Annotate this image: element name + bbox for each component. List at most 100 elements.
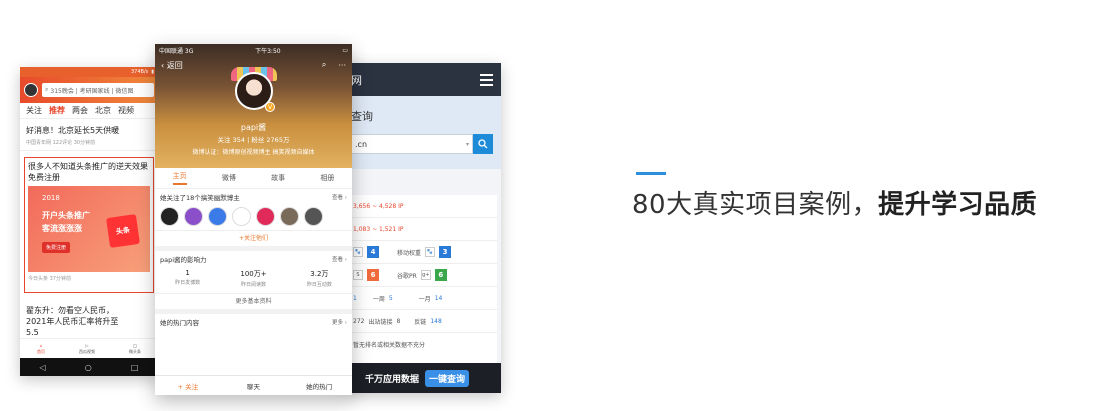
more-icon[interactable]: ··· [338, 61, 346, 70]
back-label: 返回 [166, 60, 183, 70]
seo-site-screenshot: 网 查询 .cn ▾ 3,656 ~ 4,528 IP 1,083 ~ 1,52… [345, 63, 501, 393]
view-more-link[interactable]: 查看 › [332, 255, 347, 263]
following-section: 她关注了18个搞笑幽默博主 查看 › +关注他们 [155, 189, 352, 251]
view-more-label: 查看 [332, 257, 344, 263]
search-suggestion: 315晚会 | 考研国家线 | 微信图 [50, 87, 134, 95]
links-value: 272 [353, 317, 365, 325]
tab-weibo[interactable]: 微博 [222, 173, 236, 183]
search-box[interactable]: ⌕ 315晚会 | 考研国家线 | 微信图 [42, 83, 154, 97]
avatar[interactable] [280, 207, 299, 226]
bottom-nav: ⌂ 首页 ▷ 西瓜视频 ◯ 微头条 [20, 338, 158, 358]
avatar[interactable] [232, 207, 251, 226]
avatar[interactable] [184, 207, 203, 226]
hot-content-section: 她的热门内容 更多 › [155, 314, 352, 330]
menu-icon[interactable] [480, 73, 493, 86]
tab-video[interactable]: 视频 [118, 105, 134, 116]
follow-them-button[interactable]: +关注他们 [155, 230, 352, 246]
influence-title: papi酱的影响力 [160, 256, 207, 264]
avatar[interactable] [256, 207, 275, 226]
status-bar: 中国联通 3G 下午3:50 ▭ [155, 44, 352, 56]
tab-story[interactable]: 故事 [271, 173, 285, 183]
sogou-icon: S [353, 270, 363, 280]
banner-text: 千万应用数据 [365, 374, 420, 385]
back-button[interactable]: ‹ 返回 [161, 60, 183, 71]
promo-strip[interactable]: 千万应用数据 一键查询 [345, 363, 501, 393]
nav-xigua[interactable]: ▷ 西瓜视频 [79, 343, 95, 355]
profile-stats: 关注 354 | 粉丝 2765万 [217, 136, 290, 144]
google-pr-label: 谷歌PR [397, 272, 417, 280]
result-line: 3,656 ~ 4,528 IP [349, 195, 497, 218]
ad-register-button[interactable]: 免费注册 [42, 242, 71, 253]
battery-icon: ▮ [151, 69, 154, 75]
stat-label: 昨日阅读数 [240, 282, 266, 288]
tab-beijing[interactable]: 北京 [95, 105, 111, 116]
clock: 下午3:50 [255, 47, 281, 55]
ad-meta: 今日头条 37分钟前 [28, 276, 71, 282]
ad-title: 很多人不知道头条推广的逆天效果免费注册 [28, 162, 148, 182]
chat-button[interactable]: 聊天 [221, 376, 287, 395]
more-info-link[interactable]: 更多基本资料 [155, 293, 352, 309]
avatar[interactable] [160, 207, 179, 226]
search-icon[interactable]: ⌕ [322, 60, 326, 70]
following-avatars [155, 205, 352, 226]
tab-lianghui[interactable]: 两会 [72, 105, 88, 116]
news-item[interactable]: 好消息！北京延长5天供暖 中国青年网 122评论 30分钟前 [20, 119, 158, 151]
search-button[interactable] [473, 134, 493, 154]
stat-value: 3.2万 [310, 270, 329, 278]
news-item[interactable]: 翟东升：勿看空人民币，2021年人民币汇率将升至5.5 [20, 293, 158, 338]
view-more-link[interactable]: 查看 › [332, 193, 347, 201]
user-avatar-icon[interactable] [24, 83, 38, 97]
nav-weitoutiao[interactable]: ◯ 微头条 [129, 343, 141, 355]
mobile-weight-label: 移动权重 [397, 249, 422, 257]
query-title: 查询 [351, 110, 373, 123]
site-title: 网 [351, 73, 362, 87]
profile-action-bar: + 关注 聊天 她的热门 [155, 375, 352, 395]
chat-icon: ◯ [132, 342, 138, 348]
promo-banner: 374B/s ▮ ⌕ 315晚会 | 考研国家线 | 微信图 关注 推荐 两会 … [0, 0, 1109, 411]
domain-input[interactable]: .cn ▾ [351, 134, 473, 154]
stat-posts: 1 昨日发博数 [175, 269, 200, 288]
one-click-query-button[interactable]: 一键查询 [425, 369, 470, 387]
tab-album[interactable]: 相册 [320, 173, 334, 183]
headline: 80大真实项目案例，提升学习品质 [632, 184, 1037, 221]
view-more-label: 查看 [332, 195, 344, 201]
profile-certification: 微博认证：微博原创视频博主 搞笑视频自媒体 [192, 149, 315, 156]
influence-stats: 1 昨日发博数 100万+ 昨日阅读数 3.2万 昨日互动数 [155, 267, 352, 290]
ip-range-1: 3,656 ~ 4,528 IP [353, 202, 404, 210]
hot-more-link[interactable]: 更多 › [332, 318, 347, 326]
her-hot-button[interactable]: 她的热门 [286, 376, 352, 395]
ad-item[interactable]: 很多人不知道头条推广的逆天效果免费注册 2018 开户头条推广 客流涨涨涨 免费… [24, 157, 154, 293]
avatar[interactable] [208, 207, 227, 226]
nav-weitoutiao-label: 微头条 [129, 348, 141, 354]
tab-home[interactable]: 主页 [172, 171, 187, 185]
weight-badge: 4 [367, 246, 379, 258]
result-line: 272 出站链接 8 反链 148 [349, 310, 497, 333]
result-line: 1 一周 5 一月 14 [349, 287, 497, 310]
tab-recommend[interactable]: 推荐 [49, 105, 65, 116]
back-icon[interactable]: ◁ [40, 363, 46, 372]
month-label: 一月 [418, 295, 431, 303]
nav-home[interactable]: ⌂ 首页 [37, 343, 45, 355]
result-line: S 6 谷歌PR g+ 6 [349, 264, 497, 287]
tab-follow[interactable]: 关注 [26, 105, 42, 116]
outbound-value: 8 [396, 317, 401, 325]
result-card: 3,656 ~ 4,528 IP 1,083 ~ 1,521 IP 🐾 4 移动… [349, 195, 497, 391]
note-text: 暂无排名或相关数据不充分 [353, 342, 426, 349]
system-nav-bar: ◁ ○ □ [20, 358, 158, 376]
result-note: 暂无排名或相关数据不充分 [349, 333, 497, 356]
google-pr-badge: 6 [434, 269, 447, 281]
ad-line-2: 客流涨涨涨 [42, 224, 82, 233]
recents-icon[interactable]: □ [131, 363, 139, 372]
chevron-down-icon: ▾ [465, 140, 469, 148]
follow-button[interactable]: + 关注 [155, 376, 221, 395]
home-circle-icon[interactable]: ○ [85, 363, 92, 372]
site-header: 网 [345, 63, 501, 96]
search-header: ⌕ 315晚会 | 考研国家线 | 微信图 [20, 77, 158, 103]
backlinks-value: 148 [430, 317, 442, 325]
avatar[interactable] [304, 207, 323, 226]
week-label: 一周 [372, 295, 385, 303]
home-icon: ⌂ [39, 342, 43, 348]
headline-light: 80大真实项目案例， [632, 190, 879, 220]
news-title: 好消息！北京延长5天供暖 [26, 126, 120, 135]
ad-year: 2018 [42, 194, 60, 202]
